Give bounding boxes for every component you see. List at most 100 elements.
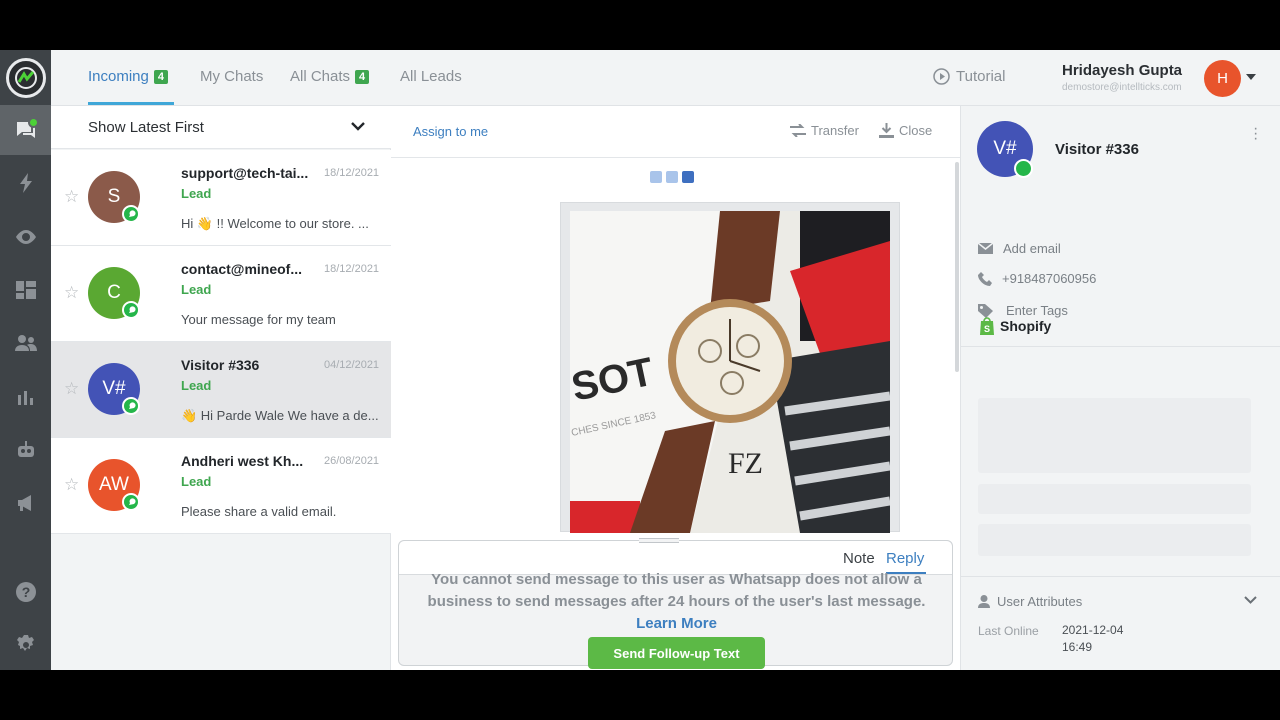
tab-incoming[interactable]: Incoming 4 bbox=[88, 68, 168, 85]
conversation-item[interactable]: ☆ C contact@mineof... 18/12/2021 Lead Yo… bbox=[51, 246, 391, 342]
lead-tag: Lead bbox=[181, 282, 212, 297]
divider bbox=[961, 346, 1280, 347]
star-icon[interactable]: ☆ bbox=[64, 379, 79, 399]
top-bar: Incoming 4 My Chats All Chats 4 All Lead… bbox=[51, 50, 1280, 106]
star-icon[interactable]: ☆ bbox=[64, 283, 79, 303]
loading-placeholder bbox=[978, 524, 1251, 556]
chat-pane: Assign to me Transfer Close SOT CHES SIN… bbox=[391, 106, 960, 670]
download-icon bbox=[879, 123, 894, 138]
more-options-icon[interactable]: · · · bbox=[1253, 121, 1258, 147]
chat-scrollbar[interactable] bbox=[955, 162, 959, 372]
conversation-item[interactable]: ☆ AW Andheri west Kh... 26/08/2021 Lead … bbox=[51, 438, 391, 534]
sort-dropdown[interactable]: Show Latest First bbox=[51, 106, 391, 149]
tab-label: My Chats bbox=[200, 68, 264, 85]
email-row[interactable]: Add email bbox=[978, 241, 1061, 256]
active-tab-indicator bbox=[88, 102, 174, 105]
transfer-icon bbox=[790, 124, 806, 137]
nav-contacts[interactable] bbox=[0, 318, 51, 368]
svg-text:FZ: FZ bbox=[728, 447, 763, 480]
conversation-date: 26/08/2021 bbox=[324, 455, 380, 467]
enter-tags-field: Enter Tags bbox=[1006, 303, 1068, 318]
bar-chart-icon bbox=[17, 391, 33, 405]
phone-icon bbox=[978, 271, 992, 286]
tab-all-leads[interactable]: All Leads bbox=[400, 68, 462, 85]
star-icon[interactable]: ☆ bbox=[64, 187, 79, 207]
loading-placeholder bbox=[978, 484, 1251, 514]
nav-help[interactable]: ? bbox=[0, 567, 51, 617]
nav-visitors[interactable] bbox=[0, 212, 51, 262]
last-online-value: 2021-12-04 16:49 bbox=[1062, 623, 1124, 654]
warning-text: You cannot send message to this user as … bbox=[427, 571, 926, 610]
svg-text:S: S bbox=[984, 324, 990, 334]
conversation-title: Visitor #336 bbox=[181, 357, 260, 373]
reply-tab[interactable]: Reply bbox=[886, 550, 924, 567]
tab-label: Incoming bbox=[88, 68, 149, 85]
transfer-button[interactable]: Transfer bbox=[790, 123, 859, 138]
visitor-panel: V# Visitor #336 · · · Add email +918487060… bbox=[960, 106, 1280, 670]
nav-settings[interactable] bbox=[0, 620, 51, 670]
send-follow-up-button[interactable]: Send Follow-up Text bbox=[588, 637, 765, 669]
note-tab[interactable]: Note bbox=[843, 550, 875, 567]
user-attributes-label: User Attributes bbox=[997, 594, 1083, 609]
phone-row: +918487060956 bbox=[978, 271, 1096, 286]
conversation-date: 18/12/2021 bbox=[324, 167, 380, 179]
conversation-item-selected[interactable]: ☆ V# Visitor #336 04/12/2021 Lead 👋 Hi P… bbox=[51, 342, 391, 438]
star-icon[interactable]: ☆ bbox=[64, 475, 79, 495]
conversation-item[interactable]: ☆ S support@tech-tai... 18/12/2021 Lead … bbox=[51, 150, 391, 246]
divider bbox=[961, 576, 1280, 577]
close-label: Close bbox=[899, 123, 933, 138]
conversation-date: 04/12/2021 bbox=[324, 359, 380, 371]
phone-number: +918487060956 bbox=[1002, 271, 1097, 286]
whatsapp-icon bbox=[122, 205, 140, 223]
user-attributes-header[interactable]: User Attributes bbox=[978, 594, 1082, 609]
image-message[interactable]: SOT CHES SINCE 1853 FZ bbox=[560, 202, 900, 533]
conversation-date: 18/12/2021 bbox=[324, 263, 380, 275]
conversation-preview: Hi 👋 !! Welcome to our store. ... bbox=[181, 216, 369, 231]
close-chat-button[interactable]: Close bbox=[879, 123, 932, 138]
tab-my-chats[interactable]: My Chats bbox=[200, 68, 263, 85]
count-badge: 4 bbox=[355, 69, 370, 84]
resize-handle[interactable] bbox=[639, 538, 679, 543]
nav-campaigns[interactable] bbox=[0, 478, 51, 528]
chevron-down-icon bbox=[351, 122, 365, 131]
user-email: demostore@intellticks.com bbox=[1062, 82, 1182, 93]
nav-rail: ? bbox=[0, 50, 51, 670]
lead-tag: Lead bbox=[181, 186, 212, 201]
user-avatar[interactable]: H bbox=[1204, 60, 1241, 97]
eye-icon bbox=[15, 230, 36, 244]
chat-toolbar: Assign to me Transfer Close bbox=[391, 106, 960, 158]
logo-icon[interactable] bbox=[6, 58, 46, 98]
learn-more-link[interactable]: Learn More bbox=[636, 615, 717, 632]
tab-label: All Leads bbox=[400, 68, 462, 85]
envelope-icon bbox=[978, 243, 993, 254]
watch-photo: SOT CHES SINCE 1853 FZ bbox=[570, 211, 890, 533]
lead-tag: Lead bbox=[181, 378, 212, 393]
bot-icon bbox=[17, 441, 34, 457]
user-icon bbox=[978, 595, 990, 608]
megaphone-icon bbox=[17, 495, 31, 511]
tab-all-chats[interactable]: All Chats 4 bbox=[290, 68, 370, 85]
whatsapp-icon bbox=[1014, 159, 1033, 178]
nav-chats[interactable] bbox=[0, 105, 51, 155]
conversation-preview: Please share a valid email. bbox=[181, 504, 337, 519]
shopify-icon: S bbox=[980, 317, 994, 335]
assign-to-me-link[interactable]: Assign to me bbox=[413, 124, 488, 139]
caret-down-icon[interactable] bbox=[1246, 74, 1256, 80]
tags-row[interactable]: Enter Tags bbox=[978, 303, 1068, 318]
chevron-down-icon[interactable] bbox=[1244, 596, 1257, 604]
play-circle-icon bbox=[933, 68, 950, 85]
nav-reports[interactable] bbox=[0, 372, 51, 422]
nav-bots[interactable] bbox=[0, 425, 51, 475]
conversation-title: contact@mineof... bbox=[181, 261, 302, 277]
loading-indicator bbox=[650, 171, 694, 183]
tutorial-button[interactable]: Tutorial bbox=[933, 68, 1005, 85]
nav-dashboard[interactable] bbox=[0, 265, 51, 315]
loading-placeholder bbox=[978, 398, 1251, 473]
last-online-label: Last Online bbox=[978, 624, 1039, 638]
nav-automation[interactable] bbox=[0, 158, 51, 208]
visitor-name: Visitor #336 bbox=[1055, 141, 1139, 158]
sort-label: Show Latest First bbox=[88, 119, 204, 136]
online-indicator bbox=[28, 117, 39, 128]
help-icon: ? bbox=[15, 582, 36, 602]
gear-icon bbox=[16, 635, 34, 651]
